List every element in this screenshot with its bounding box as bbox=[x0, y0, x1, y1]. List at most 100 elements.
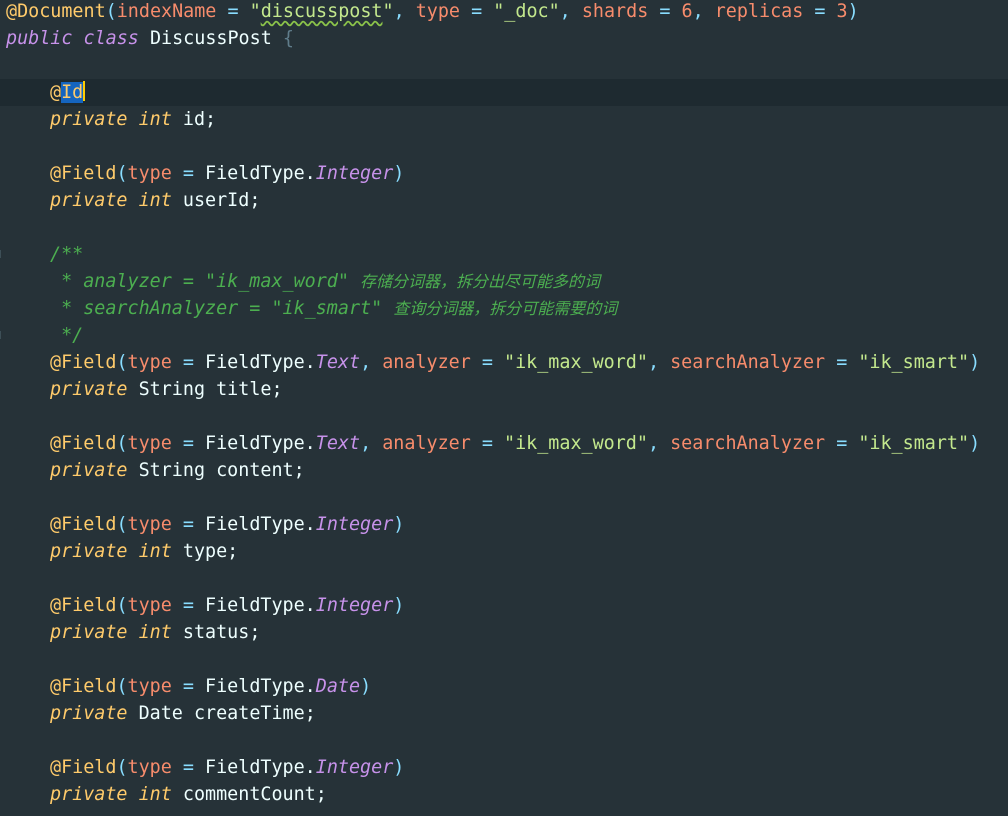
type-string: String bbox=[138, 460, 206, 481]
keyword-private: private bbox=[50, 190, 128, 211]
fieldtype-class: FieldType. bbox=[205, 514, 316, 535]
comment-code: analyzer = "ik_max_word" bbox=[83, 271, 349, 292]
code-line-field-userid[interactable]: private int userId; bbox=[6, 187, 1008, 214]
code-line-field-status[interactable]: private int status; bbox=[6, 619, 1008, 646]
annotation-at: @ bbox=[50, 82, 62, 103]
code-line-field-createtime[interactable]: private Date createTime; bbox=[6, 700, 1008, 727]
string-searchanalyzer: "ik_smart" bbox=[858, 433, 970, 454]
field-name: status; bbox=[182, 622, 261, 643]
comment-text: 存储分词器，拆分出尽可能多的词 bbox=[360, 272, 601, 291]
comma: , bbox=[647, 352, 671, 373]
code-line-field-annotation[interactable]: @Field(type = FieldType.Integer) bbox=[6, 511, 1008, 538]
fieldtype-class: FieldType. bbox=[205, 433, 316, 454]
equals: = bbox=[171, 757, 206, 778]
paren: ) bbox=[393, 595, 405, 616]
equals: = bbox=[470, 433, 505, 454]
code-area[interactable]: @Document(indexName = "discusspost", typ… bbox=[0, 0, 1008, 808]
code-line-comment-close[interactable]: */ bbox=[6, 322, 1008, 349]
code-line-id-annotation[interactable]: @Id bbox=[0, 79, 1008, 106]
comma: , bbox=[647, 433, 671, 454]
code-line-field-annotation[interactable]: @Field(type = FieldType.Text, analyzer =… bbox=[6, 349, 1008, 376]
code-line-field-annotation[interactable]: @Field(type = FieldType.Integer) bbox=[6, 592, 1008, 619]
keyword-private: private bbox=[50, 703, 128, 724]
keyword-public: public bbox=[6, 28, 73, 49]
code-line-comment-open[interactable]: /** bbox=[6, 241, 1008, 268]
param-searchanalyzer: searchAnalyzer bbox=[670, 352, 826, 373]
annotation-field: @Field bbox=[50, 676, 117, 697]
param-type: type bbox=[127, 163, 172, 184]
type-int: int bbox=[138, 622, 172, 643]
string-quote: " bbox=[249, 1, 261, 22]
keyword-class: class bbox=[83, 28, 139, 49]
code-line-blank[interactable] bbox=[6, 133, 1008, 160]
code-line-field-annotation[interactable]: @Field(type = FieldType.Integer) bbox=[6, 160, 1008, 187]
comment-code: searchAnalyzer = "ik_smart" bbox=[83, 298, 383, 319]
param-type: type bbox=[127, 514, 172, 535]
paren: ( bbox=[116, 514, 128, 535]
code-line-document-annotation[interactable]: @Document(indexName = "discusspost", typ… bbox=[6, 0, 1008, 25]
comment-star: * bbox=[50, 298, 84, 319]
equals: = bbox=[171, 163, 206, 184]
annotation-field: @Field bbox=[50, 163, 117, 184]
keyword-private: private bbox=[50, 622, 128, 643]
code-line-field-title[interactable]: private String title; bbox=[6, 376, 1008, 403]
code-line-blank[interactable] bbox=[6, 727, 1008, 754]
code-line-blank[interactable] bbox=[6, 646, 1008, 673]
enum-text: Text bbox=[315, 433, 361, 454]
paren: ) bbox=[969, 433, 981, 454]
string-analyzer: "ik_max_word" bbox=[504, 352, 648, 373]
enum-text: Text bbox=[315, 352, 361, 373]
field-name: type; bbox=[182, 541, 239, 562]
paren: ) bbox=[969, 352, 981, 373]
paren: ( bbox=[116, 433, 128, 454]
code-line-blank[interactable] bbox=[6, 565, 1008, 592]
annotation-field: @Field bbox=[50, 757, 117, 778]
keyword-private: private bbox=[50, 460, 128, 481]
code-line-field-id[interactable]: private int id; bbox=[6, 106, 1008, 133]
code-line-field-annotation[interactable]: @Field(type = FieldType.Integer) bbox=[6, 754, 1008, 781]
annotation-document: @Document bbox=[6, 1, 106, 22]
paren: ( bbox=[116, 163, 128, 184]
code-line-field-annotation[interactable]: @Field(type = FieldType.Text, analyzer =… bbox=[6, 430, 1008, 457]
keyword-private: private bbox=[50, 109, 128, 130]
equals: = bbox=[171, 514, 206, 535]
code-line-comment[interactable]: * analyzer = "ik_max_word" 存储分词器，拆分出尽可能多… bbox=[6, 268, 1008, 295]
equals: = bbox=[460, 1, 494, 22]
string-searchanalyzer: "ik_smart" bbox=[858, 352, 970, 373]
comment-text: 查询分词器，拆分可能需要的词 bbox=[393, 299, 618, 318]
code-line-field-annotation[interactable]: @Field(type = FieldType.Date) bbox=[6, 673, 1008, 700]
code-line-comment[interactable]: * searchAnalyzer = "ik_smart" 查询分词器，拆分可能… bbox=[6, 295, 1008, 322]
param-type: type bbox=[127, 676, 172, 697]
equals: = bbox=[470, 352, 505, 373]
equals: = bbox=[216, 1, 250, 22]
paren: ( bbox=[116, 676, 128, 697]
param-analyzer: analyzer bbox=[382, 433, 471, 454]
annotation-field: @Field bbox=[50, 433, 117, 454]
code-line-field-commentcount[interactable]: private int commentCount; bbox=[6, 781, 1008, 808]
code-line-field-type[interactable]: private int type; bbox=[6, 538, 1008, 565]
annotation-field: @Field bbox=[50, 352, 117, 373]
code-line-blank[interactable] bbox=[6, 214, 1008, 241]
field-name: content; bbox=[216, 460, 305, 481]
code-line-class-declaration[interactable]: public class DiscussPost { bbox=[6, 25, 1008, 52]
param-replicas: replicas bbox=[714, 1, 804, 22]
text-cursor bbox=[83, 81, 86, 101]
code-line-field-content[interactable]: private String content; bbox=[6, 457, 1008, 484]
code-line-blank[interactable] bbox=[6, 403, 1008, 430]
type-int: int bbox=[138, 109, 172, 130]
equals: = bbox=[825, 352, 859, 373]
code-line-blank[interactable] bbox=[6, 484, 1008, 511]
paren: ) bbox=[393, 757, 405, 778]
code-editor[interactable]: @Document(indexName = "discusspost", typ… bbox=[0, 0, 1008, 816]
fieldtype-class: FieldType. bbox=[205, 595, 316, 616]
equals: = bbox=[648, 1, 682, 22]
code-line-blank[interactable] bbox=[6, 52, 1008, 79]
comment-open: /** bbox=[50, 244, 84, 265]
type-int: int bbox=[138, 541, 172, 562]
type-int: int bbox=[138, 190, 172, 211]
param-analyzer: analyzer bbox=[382, 352, 471, 373]
comma: , bbox=[360, 352, 383, 373]
enum-integer: Integer bbox=[315, 163, 394, 184]
number-replicas: 3 bbox=[836, 1, 848, 22]
field-name: createTime; bbox=[193, 703, 316, 724]
